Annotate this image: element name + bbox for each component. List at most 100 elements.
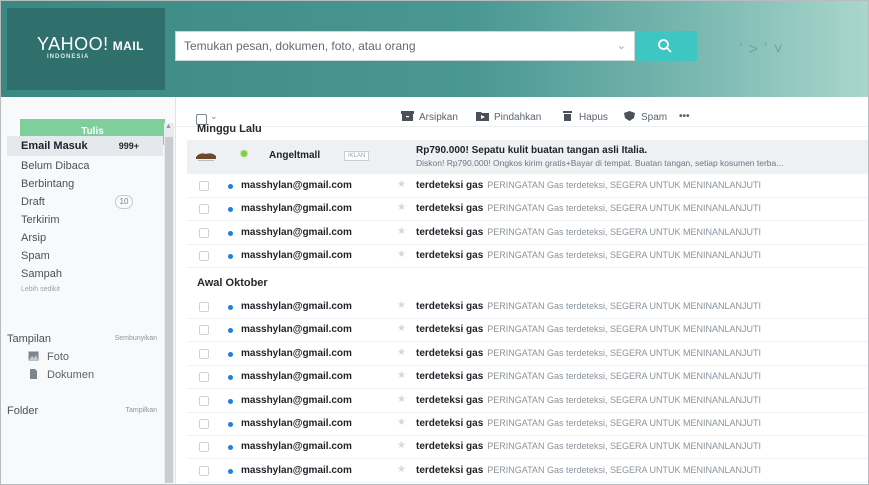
more-actions-button[interactable]: ••• (679, 111, 690, 122)
sidebar-item-label: Terkirim (21, 214, 60, 226)
scroll-up-icon[interactable]: ▲ (165, 123, 172, 130)
message-row[interactable]: masshylan@gmail.com ★ terdeteksi gas PERING… (187, 343, 868, 366)
folders-toggle[interactable]: Tampilkan (125, 407, 157, 414)
sidebar-scrollbar[interactable]: ▲ (164, 123, 174, 483)
message-checkbox[interactable] (199, 395, 209, 406)
unread-dot-icon (228, 305, 233, 310)
message-row[interactable]: masshylan@gmail.com ★ terdeteksi gas PERING… (187, 460, 868, 483)
star-icon[interactable]: ★ (397, 226, 406, 237)
show-less-link[interactable]: Lebih sedikit (21, 286, 60, 293)
message-sender: masshylan@gmail.com (241, 301, 352, 312)
star-icon[interactable]: ★ (397, 440, 406, 451)
message-sender: masshylan@gmail.com (241, 441, 352, 453)
star-icon[interactable]: ★ (397, 300, 406, 311)
message-preview: PERINGATAN Gas terdeteksi, SEGERA UNTUK … (487, 324, 761, 335)
star-icon[interactable]: ★ (397, 394, 406, 405)
chevron-down-icon[interactable]: ⌄ (617, 39, 626, 52)
search-input[interactable] (176, 32, 586, 60)
draft-count-badge: 10 (115, 195, 133, 209)
sidebar-item-unread[interactable]: Belum Dibaca (7, 156, 163, 176)
message-sender: masshylan@gmail.com (241, 418, 352, 429)
trash-icon (561, 111, 574, 121)
message-preview: PERINGATAN Gas terdeteksi, SEGERA UNTUK … (487, 464, 761, 475)
message-row[interactable]: masshylan@gmail.com ★ terdeteksi gas PERING… (187, 413, 868, 436)
message-subject: terdeteksi gas PERINGATAN Gas terdeteksi,… (416, 394, 761, 406)
sidebar-item-inbox[interactable]: Email Masuk 999+ (7, 136, 163, 156)
group-header-early-october: Awal Oktober (197, 277, 268, 289)
unread-dot-icon (228, 445, 233, 451)
search-box: ⌄ (175, 31, 635, 61)
star-icon[interactable]: ★ (397, 464, 406, 475)
folders-section: Folder Tampilkan (7, 405, 157, 417)
star-icon[interactable]: ★ (397, 249, 406, 260)
message-preview: Diskon! Rp790.000! Ongkos kirim gratis+B… (416, 158, 784, 168)
header-decoration: ’˃ʼ˅ (739, 41, 789, 58)
message-sender: masshylan@gmail.com (241, 371, 352, 383)
delete-button[interactable]: Hapus (561, 111, 608, 123)
message-checkbox[interactable] (199, 465, 209, 476)
view-item-label: Dokumen (47, 369, 95, 381)
sidebar-item-archive[interactable]: Arsip (7, 228, 163, 248)
message-subject: terdeteksi gas PERINGATAN Gas terdeteksi,… (416, 203, 761, 215)
sponsored-message-row[interactable]: ✹ Angeltmall IKLAN Rp790.000! Sepatu kul… (187, 140, 868, 174)
scrollbar-thumb[interactable] (165, 137, 173, 483)
sidebar-item-trash[interactable]: Sampah (7, 264, 163, 284)
message-subject: terdeteksi gas PERINGATAN Gas terdeteksi,… (416, 371, 761, 383)
star-icon[interactable]: ★ (397, 179, 406, 190)
message-checkbox[interactable] (199, 204, 209, 215)
message-subject: terdeteksi gas PERINGATAN Gas terdeteksi,… (416, 226, 761, 238)
archive-button[interactable]: Arsipkan (401, 111, 458, 123)
sidebar-item-drafts[interactable]: Draft 10 (7, 192, 163, 212)
message-checkbox[interactable] (199, 251, 209, 262)
message-row[interactable]: masshylan@gmail.com ★ terdeteksi gas PERING… (187, 198, 868, 222)
search-icon (658, 39, 672, 53)
message-sender: masshylan@gmail.com (241, 394, 352, 406)
star-icon[interactable]: ★ (397, 347, 406, 358)
message-preview: PERINGATAN Gas terdeteksi, SEGERA UNTUK … (487, 180, 761, 190)
star-icon[interactable]: ★ (397, 370, 406, 381)
message-row[interactable]: masshylan@gmail.com ★ terdeteksi gas PERING… (187, 222, 868, 245)
message-subject: terdeteksi gas PERINGATAN Gas terdeteksi,… (416, 301, 761, 312)
star-icon[interactable]: ★ (397, 323, 406, 334)
chevron-down-icon[interactable]: ⌄ (210, 111, 218, 122)
sidebar-item-spam[interactable]: Spam (7, 246, 163, 266)
sidebar-item-sent[interactable]: Terkirim (7, 210, 163, 230)
message-row[interactable]: masshylan@gmail.com ★ terdeteksi gas PERING… (187, 175, 868, 198)
message-preview: PERINGATAN Gas terdeteksi, SEGERA UNTUK … (487, 418, 761, 428)
message-row[interactable]: masshylan@gmail.com ★ terdeteksi gas PERING… (187, 296, 868, 319)
message-checkbox[interactable] (199, 302, 209, 312)
message-row[interactable]: masshylan@gmail.com ★ terdeteksi gas PERING… (187, 436, 868, 460)
document-icon (28, 369, 39, 379)
message-checkbox[interactable] (199, 442, 209, 453)
message-checkbox[interactable] (199, 181, 209, 191)
message-checkbox[interactable] (199, 227, 209, 238)
star-icon[interactable]: ★ (397, 417, 406, 428)
message-subject: terdeteksi gas PERINGATAN Gas terdeteksi,… (416, 250, 761, 262)
sidebar-item-label: Sampah (21, 268, 62, 280)
message-sender: Angeltmall (269, 150, 321, 161)
search-button[interactable] (635, 31, 697, 61)
move-button[interactable]: Pindahkan (476, 111, 541, 123)
message-row[interactable]: masshylan@gmail.com ★ terdeteksi gas PERING… (187, 245, 868, 269)
unread-dot-icon (228, 375, 233, 381)
message-checkbox[interactable] (199, 348, 209, 359)
message-row[interactable]: masshylan@gmail.com ★ terdeteksi gas PERING… (187, 319, 868, 343)
sun-icon: ✹ (239, 147, 250, 161)
message-checkbox[interactable] (199, 419, 209, 429)
message-subject: terdeteksi gas PERINGATAN Gas terdeteksi,… (416, 464, 761, 476)
message-checkbox[interactable] (199, 372, 209, 383)
spam-button[interactable]: Spam (623, 111, 667, 123)
sidebar-item-starred[interactable]: Berbintang (7, 174, 163, 194)
message-preview: PERINGATAN Gas terdeteksi, SEGERA UNTUK … (487, 347, 761, 358)
message-row[interactable]: masshylan@gmail.com ★ terdeteksi gas PERING… (187, 366, 868, 390)
star-icon[interactable]: ★ (397, 202, 406, 213)
view-item-documents[interactable]: Dokumen (28, 369, 94, 381)
message-checkbox[interactable] (199, 325, 209, 336)
unread-dot-icon (228, 184, 233, 189)
view-item-photos[interactable]: Foto (28, 351, 69, 363)
unread-count: 999+ (118, 141, 139, 151)
message-row[interactable]: masshylan@gmail.com ★ terdeteksi gas PERING… (187, 390, 868, 413)
sidebar-item-label: Draft (21, 196, 45, 208)
yahoo-mail-logo[interactable]: YAHOO! MAIL INDONESIA (7, 8, 165, 90)
views-toggle[interactable]: Sembunyikan (115, 335, 157, 342)
